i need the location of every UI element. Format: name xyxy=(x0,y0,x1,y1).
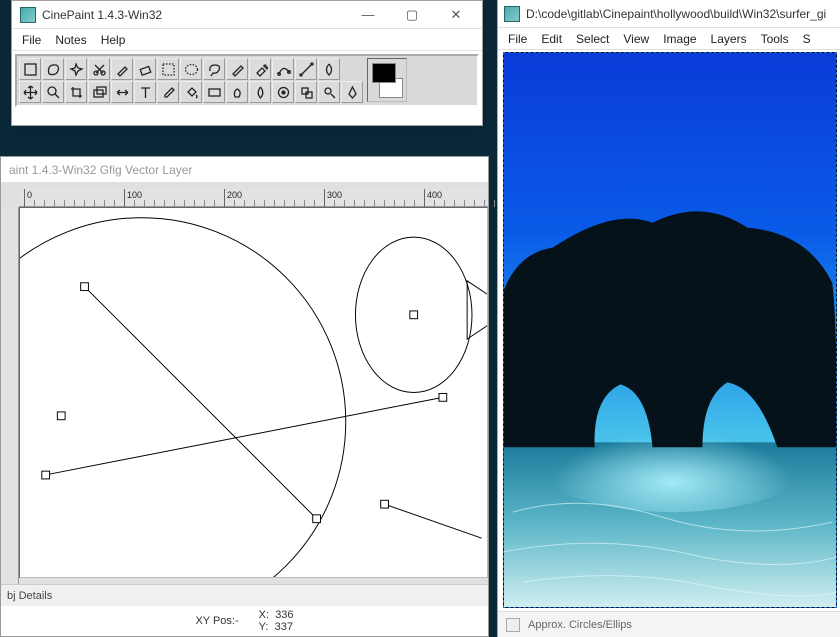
tool-rect-select[interactable] xyxy=(19,58,41,80)
menu-help[interactable]: Help xyxy=(101,33,126,47)
tool-pen2[interactable] xyxy=(341,81,363,103)
toolbox-window: CinePaint 1.4.3-Win32 — ▢ ✕ File Notes H… xyxy=(11,0,483,126)
details-label: bj Details xyxy=(7,590,52,602)
gfig-title: aint 1.4.3-Win32 Gfig Vector Layer xyxy=(1,157,488,183)
tool-bucket[interactable] xyxy=(180,81,202,103)
tool-smudge[interactable] xyxy=(226,81,248,103)
tool-palette xyxy=(15,54,479,107)
tool-measure[interactable] xyxy=(295,58,317,80)
menu-truncated[interactable]: S xyxy=(803,32,811,46)
menu-file[interactable]: File xyxy=(22,33,41,47)
ruler-tick: 300 xyxy=(324,189,325,207)
tool-path[interactable] xyxy=(272,58,294,80)
menu-image[interactable]: Image xyxy=(663,32,696,46)
app-icon xyxy=(504,6,520,22)
tool-paintbrush[interactable] xyxy=(111,58,133,80)
menu-tools[interactable]: Tools xyxy=(761,32,789,46)
ruler-horizontal: 0 100 200 300 400 xyxy=(19,189,488,207)
ruler-tick: 100 xyxy=(124,189,125,207)
tool-eraser[interactable] xyxy=(134,58,156,80)
position-bar: XY Pos:- X: 336 Y: 337 xyxy=(1,606,488,636)
status-text: Approx. Circles/Ellips xyxy=(528,619,632,631)
image-statusbar: Approx. Circles/Ellips xyxy=(498,611,840,637)
maximize-button[interactable]: ▢ xyxy=(390,2,434,28)
tool-lasso[interactable] xyxy=(203,58,225,80)
image-menu: File Edit Select View Image Layers Tools… xyxy=(498,28,840,50)
menu-select[interactable]: Select xyxy=(576,32,609,46)
color-swatches[interactable] xyxy=(367,58,407,102)
ruler-tick: 0 xyxy=(24,189,25,207)
app-icon xyxy=(20,7,36,23)
xy-label: XY Pos:- xyxy=(195,615,238,627)
gfig-window: aint 1.4.3-Win32 Gfig Vector Layer 0 100 2… xyxy=(0,156,489,637)
tool-scissors[interactable] xyxy=(88,58,110,80)
gfig-canvas[interactable] xyxy=(19,207,488,578)
tool-flip-h[interactable] xyxy=(111,81,133,103)
tool-airbrush[interactable] xyxy=(249,58,271,80)
toolbox-titlebar: CinePaint 1.4.3-Win32 — ▢ ✕ xyxy=(12,1,482,29)
menu-view[interactable]: View xyxy=(623,32,649,46)
y-value: 337 xyxy=(275,621,293,633)
image-title: D:\code\gitlab\Cinepaint\hollywood\build… xyxy=(526,7,826,21)
tool-fuzzy-select[interactable] xyxy=(65,58,87,80)
tool-clone[interactable] xyxy=(295,81,317,103)
tool-oval-dots[interactable] xyxy=(180,58,202,80)
menu-layers[interactable]: Layers xyxy=(711,32,747,46)
minimize-button[interactable]: — xyxy=(346,2,390,28)
tool-move[interactable] xyxy=(19,81,41,103)
tool-dodge[interactable] xyxy=(318,81,340,103)
image-window: D:\code\gitlab\Cinepaint\hollywood\build… xyxy=(497,0,840,637)
x-value: 336 xyxy=(275,609,293,621)
image-titlebar: D:\code\gitlab\Cinepaint\hollywood\build… xyxy=(498,0,840,28)
tool-ink[interactable] xyxy=(318,58,340,80)
close-button[interactable]: ✕ xyxy=(434,2,478,28)
status-corner-icon[interactable] xyxy=(506,618,520,632)
image-canvas[interactable] xyxy=(503,52,837,608)
tool-crop[interactable] xyxy=(65,81,87,103)
tool-text[interactable] xyxy=(134,81,156,103)
tool-picker[interactable] xyxy=(157,81,179,103)
ruler-vertical xyxy=(1,207,19,604)
tool-brush-dyn[interactable] xyxy=(272,81,294,103)
tool-rect-dots[interactable] xyxy=(157,58,179,80)
foreground-color[interactable] xyxy=(372,63,396,83)
menu-edit[interactable]: Edit xyxy=(541,32,562,46)
ruler-tick: 400 xyxy=(424,189,425,207)
tool-layers[interactable] xyxy=(88,81,110,103)
ruler-tick: 200 xyxy=(224,189,225,207)
menu-file[interactable]: File xyxy=(508,32,527,46)
menu-notes[interactable]: Notes xyxy=(55,33,86,47)
tool-blur[interactable] xyxy=(249,81,271,103)
tool-gradient[interactable] xyxy=(203,81,225,103)
tool-zoom[interactable] xyxy=(42,81,64,103)
tool-free-select[interactable] xyxy=(42,58,64,80)
details-bar: bj Details xyxy=(1,584,488,606)
toolbox-menu: File Notes Help xyxy=(12,29,482,51)
tool-pencil[interactable] xyxy=(226,58,248,80)
toolbox-title: CinePaint 1.4.3-Win32 xyxy=(42,8,346,22)
